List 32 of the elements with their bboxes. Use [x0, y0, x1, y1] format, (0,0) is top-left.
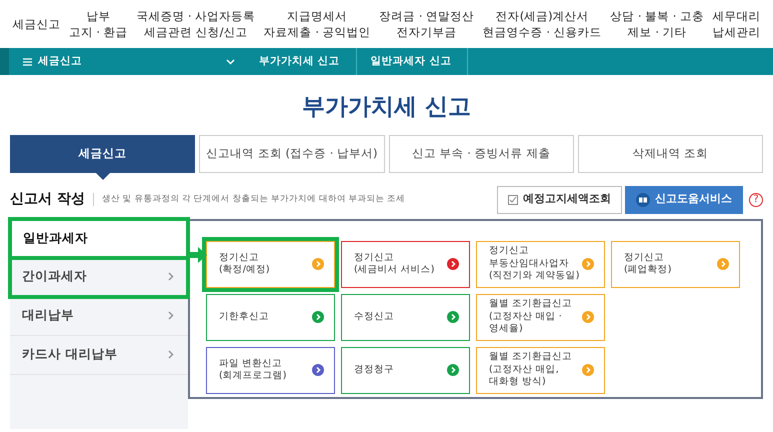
top-menu-item[interactable]: 장려금 · 연말정산 전자기부금 [379, 8, 474, 40]
top-menu-item[interactable]: 세금신고 [12, 16, 60, 32]
action-button[interactable]: 예정고지세액조회 [497, 186, 622, 214]
top-menu-item[interactable]: 지급명세서 자료제출 · 공익법인 [264, 8, 371, 40]
tab[interactable]: 신고내역 조회 (접수증 · 납부서) [199, 134, 384, 172]
filing-option-card[interactable]: 정기신고 (폐업확정) [611, 240, 740, 288]
top-menu-item[interactable]: 세무대리 납세관리 [712, 8, 761, 40]
action-button[interactable]: 신고도움서비스 [625, 186, 743, 214]
filing-option-card[interactable]: 정기신고 (세금비서 서비스) [341, 240, 470, 288]
section-description: 생산 및 유통과정의 각 단계에서 창출되는 부가가치에 대하여 부과되는 조세 [92, 193, 406, 206]
breadcrumb-menu[interactable]: 세금신고 [38, 54, 82, 70]
top-menu-item[interactable]: 상담 · 불복 · 고충 제보 · 기타 [610, 8, 704, 40]
tab[interactable]: 신고 부속 · 증빙서류 제출 [388, 134, 574, 172]
filing-option-card[interactable]: 월별 조기환급신고 (고정자산 매입, 대화형 방식) [476, 346, 605, 394]
top-menu-item[interactable]: 국세증명 · 사업자등록 세금관련 신청/신고 [136, 8, 256, 40]
filing-option-card[interactable]: 경정청구 [341, 346, 470, 394]
top-menu-item[interactable]: 전자(세금)계산서 현금영수증 · 신용카드 [482, 8, 602, 40]
filing-option-card[interactable]: 파일 변환신고 (회계프로그램) [206, 346, 335, 394]
filing-option-card[interactable]: 기한후신고 [206, 294, 335, 340]
section-title: 신고서 작성 [10, 190, 85, 209]
breadcrumb-item[interactable]: 일반과세자 신고 [356, 48, 468, 75]
filing-option-card[interactable]: 정기신고 부동산임대사업자 (직전기와 계약동일) [476, 240, 605, 288]
help-icon[interactable]: ? [749, 192, 763, 206]
tab[interactable]: 삭제내역 조회 [578, 134, 763, 172]
tab[interactable]: 세금신고 [10, 134, 196, 172]
breadcrumb-item[interactable]: 부가가치세 신고 [245, 48, 357, 75]
sidebar-item[interactable]: 간이과세자 [10, 258, 188, 296]
page-title: 부가가치세 신고 [300, 93, 472, 122]
filing-option-card[interactable]: 수정신고 [341, 294, 470, 340]
sidebar-item[interactable]: 일반과세자 [10, 218, 188, 258]
filing-option-card[interactable]: 월별 조기환급신고 (고정자산 매입 · 영세율) [476, 294, 605, 340]
top-menu-item[interactable]: 납부 고지 · 환급 [68, 8, 128, 40]
